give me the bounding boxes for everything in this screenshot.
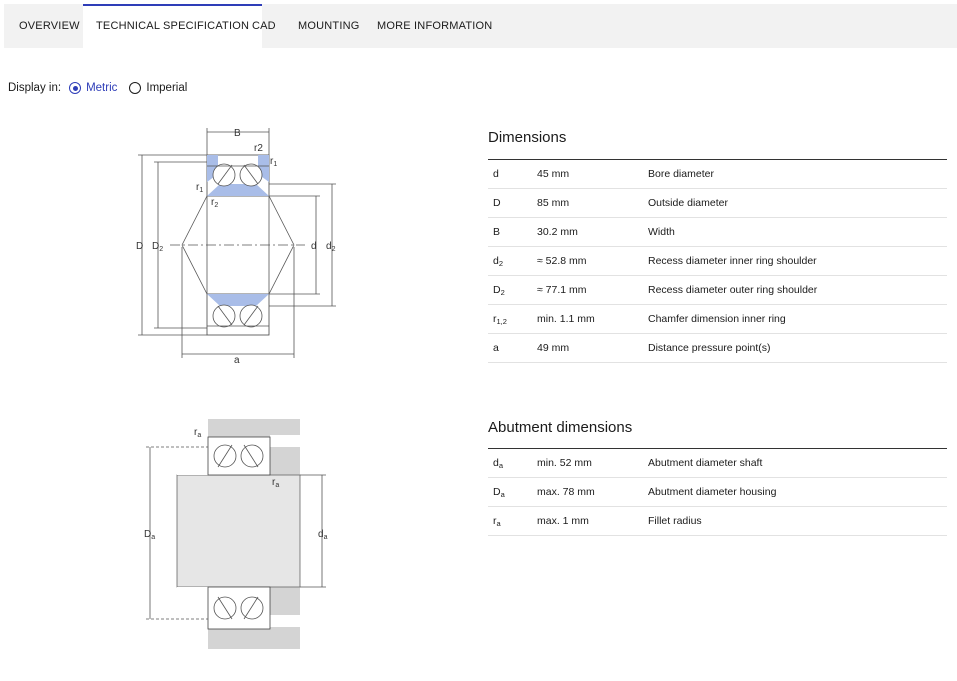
- row-symbol: d: [488, 159, 537, 189]
- unit-selector-label: Display in:: [8, 82, 62, 94]
- row-symbol: D2: [488, 275, 537, 305]
- row-description: Recess diameter outer ring shoulder: [648, 275, 947, 305]
- row-symbol: a: [488, 333, 537, 363]
- tab-bar: OVERVIEW TECHNICAL SPECIFICATION CAD MOU…: [4, 4, 957, 48]
- table-row: da min. 52 mm Abutment diameter shaft: [488, 448, 947, 478]
- row-value: max. 1 mm: [537, 506, 648, 536]
- table-row: d2 ≈ 52.8 mm Recess diameter inner ring sh…: [488, 246, 947, 276]
- table-row: B 30.2 mm Width: [488, 217, 947, 247]
- row-description: Abutment diameter housing: [648, 477, 947, 507]
- row-description: Bore diameter: [648, 159, 947, 189]
- row-value: ≈ 52.8 mm: [537, 246, 648, 276]
- abutment-table: da min. 52 mm Abutment diameter shaft Da max…: [488, 448, 947, 536]
- tab-cad[interactable]: CAD: [252, 4, 276, 48]
- row-value: min. 52 mm: [537, 448, 648, 478]
- bearing-dimension-drawing: B r2 r1 r1 r2 D D2 d d2 a: [136, 128, 336, 366]
- tab-technical-specification[interactable]: TECHNICAL SPECIFICATION: [83, 4, 263, 48]
- table-row: d 45 mm Bore diameter: [488, 159, 947, 189]
- dimensions-title: Dimensions: [488, 129, 567, 146]
- unit-selector: Display in: Metric Imperial: [8, 80, 187, 96]
- table-row: r1,2 min. 1.1 mm Chamfer dimension inner r…: [488, 304, 947, 334]
- abutment-dimension-drawing: ra ra Da da: [144, 419, 328, 649]
- row-value: ≈ 77.1 mm: [537, 275, 648, 305]
- row-value: 49 mm: [537, 333, 648, 363]
- dimensions-table: d 45 mm Bore diameter D 85 mm Outside diamete…: [488, 159, 947, 363]
- row-description: Abutment diameter shaft: [648, 448, 947, 478]
- row-description: Distance pressure point(s): [648, 333, 947, 363]
- table-row: D 85 mm Outside diameter: [488, 188, 947, 218]
- row-value: 30.2 mm: [537, 217, 648, 247]
- metric-label[interactable]: Metric: [86, 82, 117, 94]
- label-d2: d2: [326, 241, 336, 253]
- row-symbol: D: [488, 188, 537, 218]
- label-D2: D2: [152, 241, 163, 253]
- label-r2-top: r2: [254, 143, 263, 154]
- row-description: Outside diameter: [648, 188, 947, 218]
- label-Da: Da: [144, 529, 155, 541]
- row-symbol: ra: [488, 506, 537, 536]
- tab-mounting[interactable]: MOUNTING: [298, 4, 359, 48]
- label-d: d: [311, 241, 317, 252]
- row-value: 45 mm: [537, 159, 648, 189]
- abutment-title: Abutment dimensions: [488, 419, 633, 436]
- row-symbol: da: [488, 448, 537, 478]
- row-symbol: r1,2: [488, 304, 537, 334]
- table-row: ra max. 1 mm Fillet radius: [488, 506, 947, 536]
- table-row: Da max. 78 mm Abutment diameter housing: [488, 477, 947, 507]
- row-value: max. 78 mm: [537, 477, 648, 507]
- label-da: da: [318, 529, 328, 541]
- row-symbol: d2: [488, 246, 537, 276]
- metric-radio[interactable]: [69, 82, 82, 94]
- label-D: D: [136, 241, 143, 252]
- label-r1-left: r1: [196, 182, 203, 194]
- table-row: D2 ≈ 77.1 mm Recess diameter outer ring sh…: [488, 275, 947, 305]
- row-value: min. 1.1 mm: [537, 304, 648, 334]
- label-B: B: [234, 128, 241, 139]
- imperial-radio[interactable]: [129, 82, 142, 94]
- table-row: a 49 mm Distance pressure point(s): [488, 333, 947, 363]
- tab-overview[interactable]: OVERVIEW: [19, 4, 80, 48]
- label-a: a: [234, 355, 240, 366]
- row-description: Fillet radius: [648, 506, 947, 536]
- imperial-label[interactable]: Imperial: [146, 82, 187, 94]
- row-description: Chamfer dimension inner ring: [648, 304, 947, 334]
- label-r1-top: r1: [270, 156, 277, 168]
- row-symbol: Da: [488, 477, 537, 507]
- tab-more-information[interactable]: MORE INFORMATION: [377, 4, 492, 48]
- row-symbol: B: [488, 217, 537, 247]
- label-r2-left: r2: [211, 197, 218, 209]
- row-description: Width: [648, 217, 947, 247]
- row-value: 85 mm: [537, 188, 648, 218]
- row-description: Recess diameter inner ring shoulder: [648, 246, 947, 276]
